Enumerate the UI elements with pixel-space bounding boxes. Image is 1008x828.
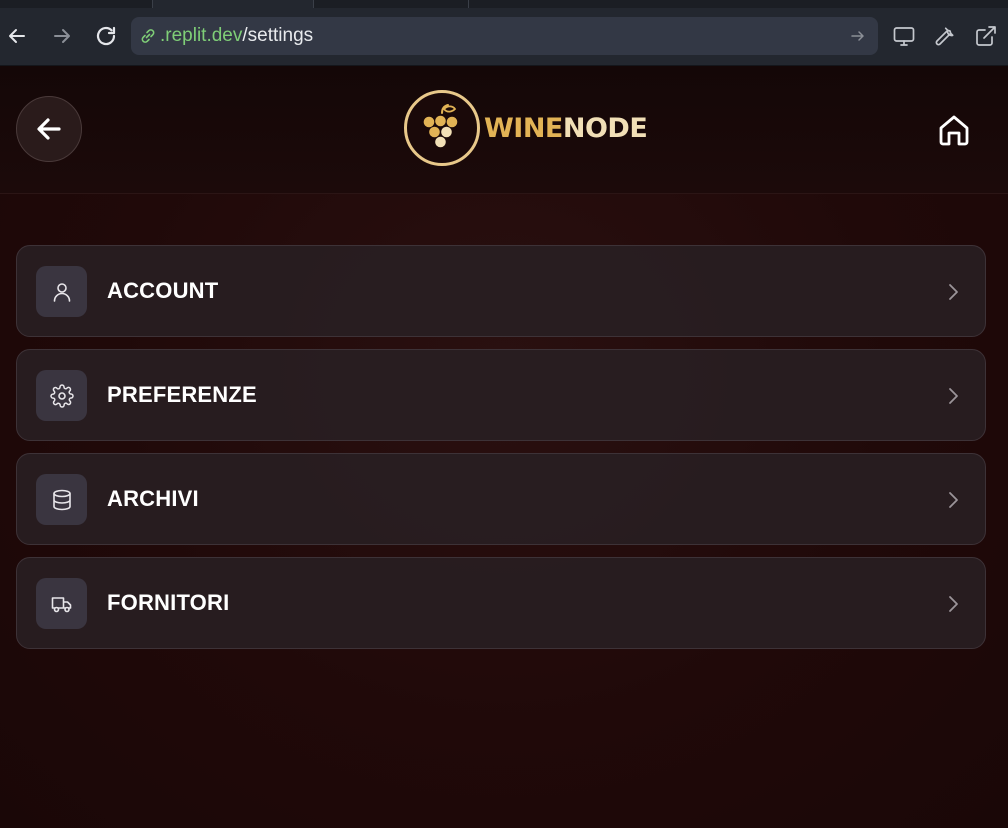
tab-divider: [468, 0, 469, 8]
menu-item-label: ACCOUNT: [107, 278, 219, 303]
open-new-tab-button[interactable]: [972, 22, 1000, 50]
menu-item-preferenze[interactable]: PREFERENZE: [16, 349, 986, 441]
app-header: WINENODE: [0, 66, 1008, 194]
logo-text: WINENODE: [484, 112, 648, 144]
devices-button[interactable]: [890, 22, 918, 50]
chevron-right-icon: [943, 488, 963, 512]
user-icon: [36, 266, 87, 317]
home-icon: [939, 115, 969, 146]
url-go-icon[interactable]: [848, 26, 868, 46]
devtools-button[interactable]: [931, 22, 959, 50]
tab-strip: [0, 0, 1008, 8]
logo-node: NODE: [562, 112, 648, 144]
wrench-icon: [935, 27, 954, 46]
database-icon: [36, 474, 87, 525]
url-text: .replit.dev/settings: [160, 25, 313, 47]
menu-item-label: FORNITORI: [107, 590, 230, 615]
monitor-icon: [893, 27, 915, 46]
settings-menu: ACCOUNT PREFERENZE ARCHIVI FORNITORI: [16, 245, 986, 661]
url-path: /settings: [242, 25, 314, 46]
back-button[interactable]: [16, 96, 82, 162]
app-page: WINENODE ACCOUNT PREFERENZE ARCHIVI FORN…: [0, 66, 1008, 828]
home-button[interactable]: [934, 110, 974, 150]
menu-item-label: PREFERENZE: [107, 382, 257, 407]
arrow-left-icon: [37, 118, 61, 140]
url-domain: .replit.dev: [160, 25, 243, 46]
logo-wine: WINE: [484, 112, 563, 144]
browser-forward-button[interactable]: [48, 22, 76, 50]
browser-back-button[interactable]: [3, 22, 31, 50]
chevron-right-icon: [943, 592, 963, 616]
menu-item-label: ARCHIVI: [107, 486, 199, 511]
browser-reload-button[interactable]: [92, 22, 120, 50]
chevron-right-icon: [943, 384, 963, 408]
menu-item-account[interactable]: ACCOUNT: [16, 245, 986, 337]
menu-item-fornitori[interactable]: FORNITORI: [16, 557, 986, 649]
truck-icon: [36, 578, 87, 629]
menu-item-archivi[interactable]: ARCHIVI: [16, 453, 986, 545]
link-icon: [139, 27, 157, 45]
gear-icon: [36, 370, 87, 421]
external-link-icon: [976, 26, 996, 46]
winenode-logo: WINENODE: [404, 90, 648, 166]
reload-icon: [96, 26, 116, 46]
active-tab[interactable]: [152, 0, 314, 8]
arrow-right-icon: [54, 29, 70, 43]
address-bar[interactable]: .replit.dev/settings: [131, 17, 878, 55]
browser-toolbar: .replit.dev/settings: [0, 0, 1008, 66]
chevron-right-icon: [943, 280, 963, 304]
arrow-left-icon: [9, 29, 25, 43]
grape-icon: [404, 90, 480, 166]
